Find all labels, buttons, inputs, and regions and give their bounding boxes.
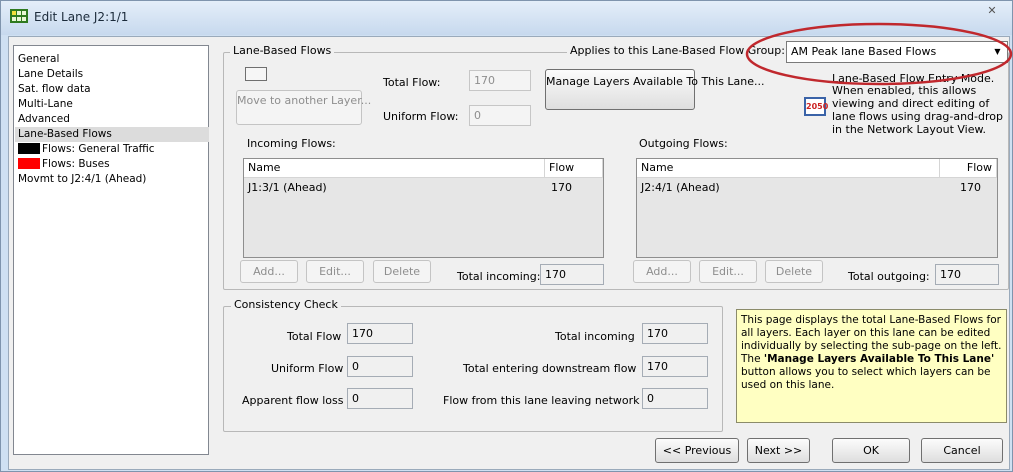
outgoing-flows-label: Outgoing Flows: (639, 137, 728, 150)
layer-color-swatch (18, 143, 40, 154)
cc-total-incoming-field: 170 (642, 323, 708, 344)
cc-apparent-loss-label: Apparent flow loss (242, 394, 344, 407)
cc-uniform-flow-label: Uniform Flow (271, 362, 344, 375)
sidebar-item-general[interactable]: General (18, 52, 59, 67)
sidebar-item-label: Flows: General Traffic (42, 143, 155, 155)
window-title: Edit Lane J2:1/1 (34, 10, 129, 24)
total-outgoing-label: Total outgoing: (848, 270, 930, 283)
cc-total-flow-field: 170 (347, 323, 413, 344)
layer-color-swatch (18, 158, 40, 169)
manage-layers-button[interactable]: Manage Layers Available To This Lane... (545, 69, 765, 110)
outgoing-row-flow[interactable]: 170 (960, 181, 981, 194)
column-header-flow[interactable]: Flow (940, 159, 997, 177)
incoming-row-name[interactable]: J1:3/1 (Ahead) (248, 181, 327, 194)
outgoing-delete-button[interactable]: Delete (765, 260, 823, 283)
next-button[interactable]: Next >> (747, 438, 810, 463)
incoming-edit-button[interactable]: Edit... (306, 260, 364, 283)
cc-leaving-network-field: 0 (642, 388, 708, 409)
sidebar-item-movement-ahead[interactable]: Movmt to J2:4/1 (Ahead) (18, 172, 146, 187)
total-flow-field[interactable]: 170 (469, 70, 531, 91)
annotation-ellipse (745, 22, 1013, 86)
uniform-flow-label: Uniform Flow: (383, 110, 459, 123)
help-text-box: This page displays the total Lane-Based … (736, 309, 1007, 423)
cancel-button[interactable]: Cancel (921, 438, 1003, 463)
sidebar-item-lane-based-flows[interactable]: Lane-Based Flows (15, 127, 209, 142)
incoming-add-button[interactable]: Add... (240, 260, 298, 283)
cc-total-incoming-label: Total incoming (555, 330, 635, 343)
help-emphasis: 'Manage Layers Available To This Lane' (763, 353, 995, 365)
outgoing-row-name[interactable]: J2:4/1 (Ahead) (641, 181, 720, 194)
previous-button[interactable]: << Previous (655, 438, 739, 463)
table-header: Name Flow (244, 159, 603, 178)
total-incoming-label: Total incoming: (457, 270, 541, 283)
uniform-flow-field[interactable]: 0 (469, 105, 531, 126)
outgoing-add-button[interactable]: Add... (633, 260, 691, 283)
consistency-check-label: Consistency Check (231, 298, 341, 311)
outgoing-edit-button[interactable]: Edit... (699, 260, 757, 283)
total-outgoing-field: 170 (935, 264, 999, 285)
page-list[interactable]: General Lane Details Sat. flow data Mult… (13, 45, 209, 455)
move-to-layer-button[interactable]: Move to another Layer... (236, 90, 371, 125)
column-header-name[interactable]: Name (244, 159, 545, 177)
cc-uniform-flow-field: 0 (347, 356, 413, 377)
grid-app-icon (10, 9, 28, 23)
table-header: Name Flow (637, 159, 997, 178)
outgoing-flows-table[interactable]: Name Flow J2:4/1 (Ahead) 170 (636, 158, 998, 258)
incoming-flows-label: Incoming Flows: (247, 137, 336, 150)
sidebar-item-flows-buses[interactable]: Flows: Buses (18, 157, 110, 172)
cc-total-entering-field: 170 (642, 356, 708, 377)
help-paragraph: The 'Manage Layers Available To This Lan… (741, 353, 995, 391)
sidebar-item-lane-details[interactable]: Lane Details (18, 67, 83, 82)
cc-leaving-network-label: Flow from this lane leaving network (443, 394, 640, 407)
incoming-row-flow[interactable]: 170 (551, 181, 572, 194)
incoming-flows-table[interactable]: Name Flow J1:3/1 (Ahead) 170 (243, 158, 604, 258)
help-paragraph: This page displays the total Lane-Based … (741, 314, 1002, 352)
cc-total-flow-label: Total Flow (287, 330, 342, 343)
sidebar-item-advanced[interactable]: Advanced (18, 112, 70, 127)
sidebar-item-label: Flows: Buses (42, 158, 110, 170)
sidebar-item-sat-flow-data[interactable]: Sat. flow data (18, 82, 91, 97)
lane-based-flows-group-label: Lane-Based Flows (230, 44, 335, 57)
column-header-flow[interactable]: Flow (545, 159, 603, 177)
cc-apparent-loss-field: 0 (347, 388, 413, 409)
cc-total-entering-label: Total entering downstream flow (463, 362, 637, 375)
sidebar-item-flows-general-traffic[interactable]: Flows: General Traffic (18, 142, 155, 157)
sidebar-item-multi-lane[interactable]: Multi-Lane (18, 97, 73, 112)
incoming-delete-button[interactable]: Delete (373, 260, 431, 283)
total-incoming-field: 170 (540, 264, 604, 285)
total-flow-label: Total Flow: (383, 76, 441, 89)
ok-button[interactable]: OK (832, 438, 910, 463)
column-header-name[interactable]: Name (637, 159, 940, 177)
layer-color-preview (245, 67, 267, 81)
